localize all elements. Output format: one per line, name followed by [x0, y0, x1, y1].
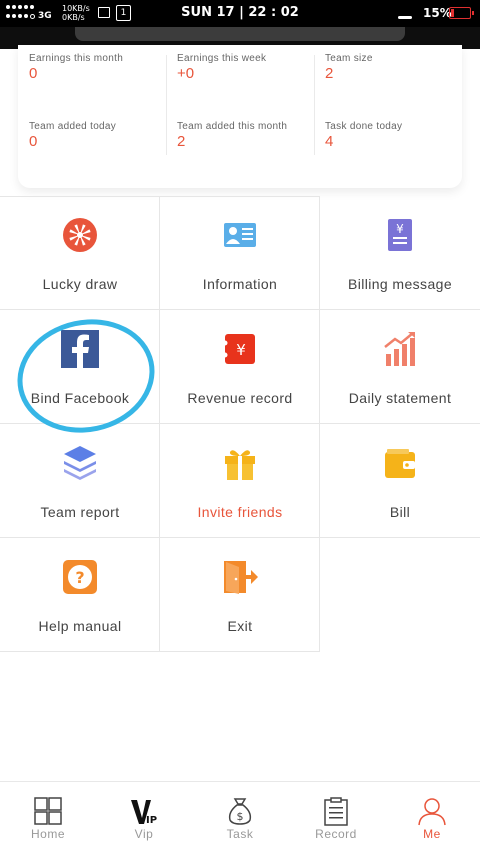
header-search-pill[interactable] [75, 27, 405, 41]
stat-value: 0 [29, 133, 38, 150]
person-icon [418, 798, 446, 826]
stat-label: Team added today [29, 121, 117, 132]
stat-value: 0 [29, 65, 38, 82]
stat-earnings-month: Earnings this month 0 [29, 53, 164, 82]
divider [314, 55, 315, 155]
svg-text:?: ? [75, 568, 84, 587]
money-bag-icon: $ [228, 798, 252, 825]
nav-label: Me [423, 827, 441, 841]
stat-team-added-today: Team added today 0 [29, 121, 164, 150]
battery-level: 15% [423, 6, 452, 20]
menu-label: Billing message [347, 276, 453, 292]
exit-door-icon [224, 561, 258, 594]
stat-team-size: Team size 2 [325, 53, 460, 82]
menu-item-exit[interactable]: Exit [160, 538, 320, 652]
stat-label: Earnings this month [29, 53, 124, 64]
clipboard-icon [324, 797, 348, 826]
vip-icon: IP [131, 800, 157, 826]
stats-card: Earnings this month 0 Earnings this week… [18, 45, 462, 188]
menu-item-information[interactable]: Information [160, 196, 320, 310]
battery-icon [449, 7, 474, 19]
menu-item-help-manual[interactable]: ? Help manual [0, 538, 160, 652]
stat-value: 2 [325, 65, 334, 82]
svg-text:IP: IP [146, 815, 157, 826]
nav-task[interactable]: $ Task [192, 782, 288, 855]
menu-label: Bind Facebook [30, 390, 130, 406]
question-icon: ? [63, 560, 97, 594]
stat-label: Earnings this week [177, 53, 267, 64]
stat-value: 2 [177, 133, 186, 150]
stat-label: Task done today [325, 121, 403, 132]
menu-label: Help manual [38, 618, 122, 634]
wallet-icon [385, 449, 415, 478]
yen-document-icon: ¥ [388, 219, 412, 251]
stat-value: 4 [325, 133, 334, 150]
facebook-icon [61, 330, 99, 368]
nav-vip[interactable]: IP Vip [96, 782, 192, 855]
bar-chart-icon [384, 332, 415, 366]
menu-label: Invite friends [197, 504, 283, 520]
stat-task-done-today: Task done today 4 [325, 121, 460, 150]
svg-text:¥: ¥ [236, 341, 246, 359]
nav-home[interactable]: Home [0, 782, 96, 855]
menu-item-lucky-draw[interactable]: Lucky draw [0, 196, 160, 310]
svg-text:$: $ [237, 810, 244, 823]
nav-label: Record [315, 827, 357, 841]
nav-me[interactable]: Me [384, 782, 480, 855]
yen-ticket-icon: ¥ [222, 334, 255, 364]
menu-item-billing-message[interactable]: ¥ Billing message [320, 196, 480, 310]
stat-label: Team size [325, 53, 373, 64]
menu-label: Bill [389, 504, 411, 520]
menu-item-bind-facebook[interactable]: Bind Facebook [0, 310, 160, 424]
stat-value: +0 [177, 65, 195, 82]
menu-item-invite-friends[interactable]: Invite friends [160, 424, 320, 538]
stat-label: Team added this month [177, 121, 288, 132]
stat-team-added-month: Team added this month 2 [177, 121, 312, 150]
svg-text:¥: ¥ [396, 222, 404, 236]
nav-label: Home [30, 827, 65, 841]
wheel-icon [63, 218, 97, 252]
menu-item-daily-statement[interactable]: Daily statement [320, 310, 480, 424]
nav-record[interactable]: Record [288, 782, 384, 855]
divider [166, 55, 167, 155]
menu-label: Revenue record [187, 390, 293, 406]
nav-label: Vip [134, 827, 154, 841]
menu-label: Lucky draw [42, 276, 118, 292]
menu-item-revenue-record[interactable]: ¥ Revenue record [160, 310, 320, 424]
menu-label: Team report [40, 504, 120, 520]
menu-item-team-report[interactable]: Team report [0, 424, 160, 538]
bottom-navigation: Home IP Vip $ Task Record Me [0, 781, 480, 855]
nav-label: Task [226, 827, 254, 841]
menu-label: Information [202, 276, 278, 292]
menu-label: Exit [227, 618, 253, 634]
menu-item-bill[interactable]: Bill [320, 424, 480, 538]
status-bar: 3G 10KB/s 0KB/s 1 SUN 17 | 22 : 02 15% [0, 0, 480, 27]
menu-label: Daily statement [348, 390, 452, 406]
notification-dash-icon [398, 16, 412, 19]
stat-earnings-week: Earnings this week +0 [177, 53, 312, 82]
gift-icon [225, 450, 255, 480]
grid-icon [34, 797, 62, 825]
id-card-icon [224, 223, 256, 247]
layers-icon [64, 446, 96, 480]
